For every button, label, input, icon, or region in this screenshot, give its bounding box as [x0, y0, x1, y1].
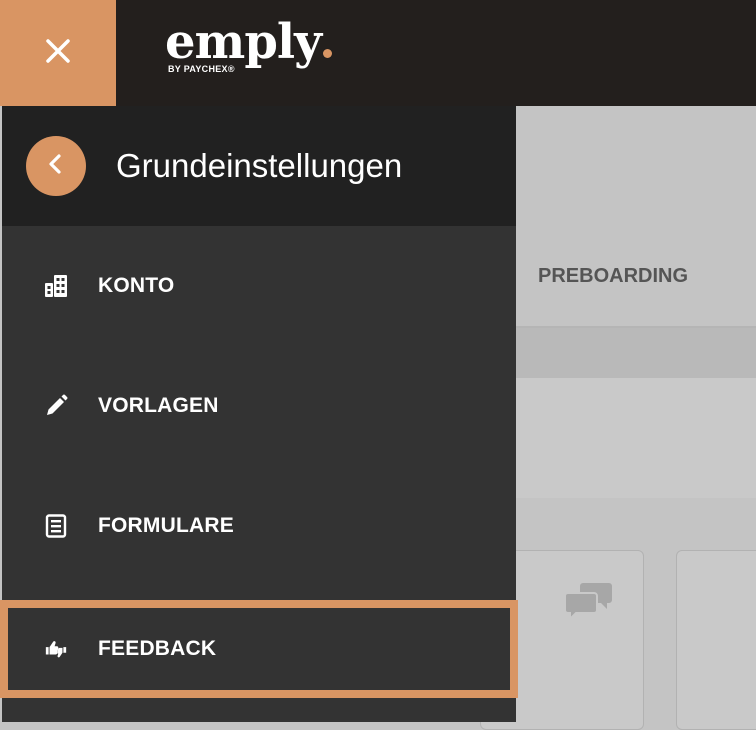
- menu-item-vorlagen[interactable]: VORLAGEN: [2, 346, 516, 466]
- tab-preboarding[interactable]: PREBOARDING: [538, 265, 688, 288]
- drawer-title: Grundeinstellungen: [116, 147, 403, 184]
- chat-bubbles-icon: [564, 579, 613, 624]
- top-bar: emply BY PAYCHEX®: [0, 0, 756, 106]
- thumbs-feedback-icon: [44, 637, 68, 661]
- back-button[interactable]: [26, 136, 86, 196]
- form-icon: [44, 514, 68, 538]
- chevron-left-icon: [45, 153, 67, 180]
- background-strip: [516, 328, 756, 378]
- emply-logo: emply BY PAYCHEX®: [165, 14, 333, 74]
- drawer-header: Grundeinstellungen: [2, 106, 516, 226]
- menu-item-label: FEEDBACK: [98, 637, 217, 660]
- menu-item-formulare[interactable]: FORMULARE: [2, 466, 516, 586]
- settings-drawer: Grundeinstellungen KONTO VORLAGEN FORMUL…: [0, 106, 518, 722]
- logo-subtext: BY PAYCHEX®: [168, 64, 235, 74]
- menu-item-konto[interactable]: KONTO: [2, 226, 516, 346]
- menu-item-feedback[interactable]: FEEDBACK: [0, 600, 518, 698]
- pencil-icon: [44, 394, 68, 418]
- background-panel: [516, 378, 756, 498]
- logo-dot: [323, 49, 333, 58]
- close-icon: [45, 38, 71, 69]
- background-card[interactable]: [676, 550, 756, 730]
- menu-item-label: FORMULARE: [98, 514, 234, 537]
- logo-wordmark: emply: [165, 14, 322, 70]
- close-button[interactable]: [0, 0, 116, 106]
- building-icon: [44, 274, 68, 298]
- menu-item-label: KONTO: [98, 274, 175, 297]
- menu-item-label: VORLAGEN: [98, 394, 219, 417]
